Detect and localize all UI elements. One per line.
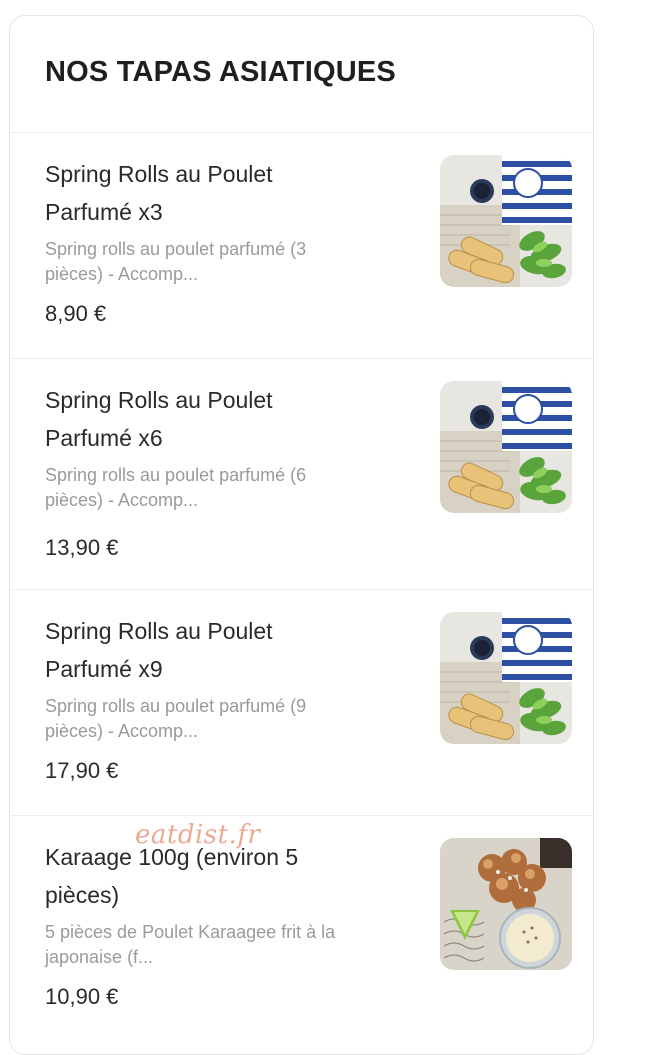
menu-item-name: Spring Rolls au Poulet Parfumé x3 xyxy=(45,155,405,231)
menu-item-text: Spring Rolls au Poulet Parfumé x9 Spring… xyxy=(45,612,405,784)
spring-rolls-photo[interactable] xyxy=(440,155,572,287)
spring-rolls-photo[interactable] xyxy=(440,612,572,744)
menu-item-description: 5 pièces de Poulet Karaagee frit à la ja… xyxy=(45,920,405,970)
menu-item-name-line: Parfumé x3 xyxy=(45,199,163,225)
menu-item-description-line: pièces) - Accomp... xyxy=(45,490,199,510)
menu-item-name: Karaage 100g (environ 5 pièces) xyxy=(45,838,405,914)
menu-item-name-line: Parfumé x6 xyxy=(45,425,163,451)
menu-item-name: Spring Rolls au Poulet Parfumé x6 xyxy=(45,381,405,457)
menu-item[interactable]: Karaage 100g (environ 5 pièces) 5 pièces… xyxy=(10,816,593,1041)
section-header: NOS TAPAS ASIATIQUES xyxy=(10,16,593,133)
menu-item-price: 10,90 € xyxy=(45,984,119,1009)
menu-item-description: Spring rolls au poulet parfumé (9 pièces… xyxy=(45,694,405,744)
menu-item-name-line: Spring Rolls au Poulet xyxy=(45,161,273,187)
menu-item-name-line: Parfumé x9 xyxy=(45,656,163,682)
menu-item-description-line: Spring rolls au poulet parfumé (9 xyxy=(45,696,307,716)
menu-item-name: Spring Rolls au Poulet Parfumé x9 xyxy=(45,612,405,688)
menu-item[interactable]: Spring Rolls au Poulet Parfumé x9 Spring… xyxy=(10,590,593,816)
menu-item-price: 13,90 € xyxy=(45,535,119,560)
menu-item-description-line: pièces) - Accomp... xyxy=(45,264,199,284)
karaage-photo[interactable] xyxy=(440,838,572,970)
section-title: NOS TAPAS ASIATIQUES xyxy=(45,55,396,88)
menu-item[interactable]: Spring Rolls au Poulet Parfumé x3 Spring… xyxy=(10,133,593,359)
menu-item-description: Spring rolls au poulet parfumé (6 pièces… xyxy=(45,463,405,513)
menu-item-description-line: Spring rolls au poulet parfumé (3 xyxy=(45,239,307,259)
menu-item-name-line: Spring Rolls au Poulet xyxy=(45,618,273,644)
menu-item-description-line: Spring rolls au poulet parfumé (6 xyxy=(45,465,307,485)
menu-item-description-line: pièces) - Accomp... xyxy=(45,721,199,741)
menu-item-name-line: pièces) xyxy=(45,882,120,908)
menu-section-card: NOS TAPAS ASIATIQUES Spring Rolls au Pou… xyxy=(9,15,594,1055)
menu-item-description: Spring rolls au poulet parfumé (3 pièces… xyxy=(45,237,405,287)
menu-item-name-line: Karaage 100g (environ 5 xyxy=(45,844,299,870)
menu-item-description-line: japonaise (f... xyxy=(45,947,154,967)
menu-item-text: Spring Rolls au Poulet Parfumé x3 Spring… xyxy=(45,155,405,327)
menu-item-text: Spring Rolls au Poulet Parfumé x6 Spring… xyxy=(45,381,405,561)
menu-item-price: 8,90 € xyxy=(45,301,107,326)
menu-item-price: 17,90 € xyxy=(45,758,119,783)
menu-item-text: Karaage 100g (environ 5 pièces) 5 pièces… xyxy=(45,838,405,1010)
menu-item-description-line: 5 pièces de Poulet Karaagee frit à la xyxy=(45,922,336,942)
spring-rolls-photo[interactable] xyxy=(440,381,572,513)
menu-item[interactable]: Spring Rolls au Poulet Parfumé x6 Spring… xyxy=(10,359,593,590)
menu-item-name-line: Spring Rolls au Poulet xyxy=(45,387,273,413)
